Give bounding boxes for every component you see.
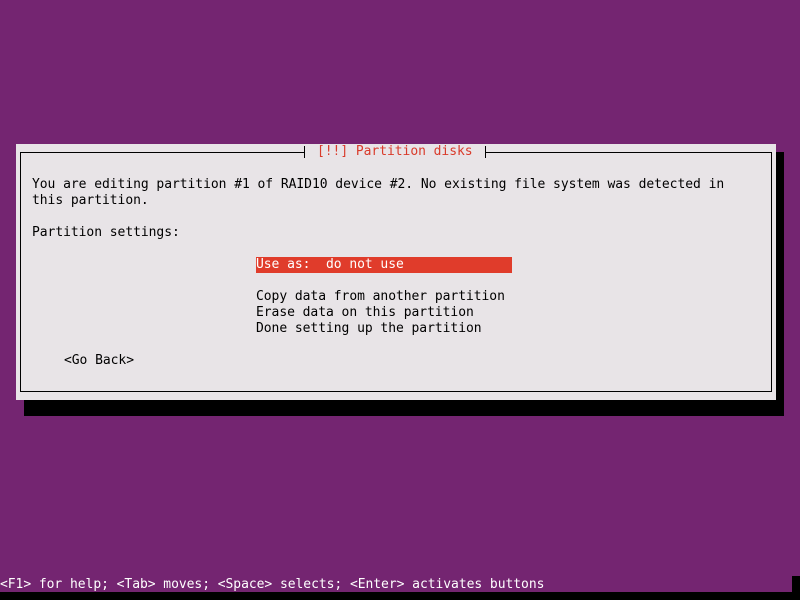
menu-item-done-setting-up[interactable]: Done setting up the partition xyxy=(256,321,512,337)
dialog-title-bar: [!!] Partition disks xyxy=(298,144,492,160)
dialog-message: You are editing partition #1 of RAID10 d… xyxy=(32,177,725,208)
title-border-left xyxy=(298,146,305,158)
help-text: <F1> for help; <Tab> moves; <Space> sele… xyxy=(0,577,545,592)
menu-item-erase-data[interactable]: Erase data on this partition xyxy=(256,305,512,321)
partition-settings-label: Partition settings: xyxy=(32,225,180,240)
dialog-title: [!!] Partition disks xyxy=(317,144,473,159)
go-back-button[interactable]: <Go Back> xyxy=(64,353,134,369)
partition-disks-dialog: [!!] Partition disks You are editing par… xyxy=(16,144,776,400)
menu-spacer xyxy=(256,273,512,289)
title-border-right xyxy=(484,146,492,158)
bottom-corner-block xyxy=(792,576,800,600)
status-bar: <F1> for help; <Tab> moves; <Space> sele… xyxy=(0,577,800,593)
partition-settings-menu: Use as: do not use Copy data from anothe… xyxy=(256,257,512,337)
menu-item-copy-data[interactable]: Copy data from another partition xyxy=(256,289,512,305)
bottom-strip xyxy=(0,592,800,600)
menu-item-use-as[interactable]: Use as: do not use xyxy=(256,257,512,273)
